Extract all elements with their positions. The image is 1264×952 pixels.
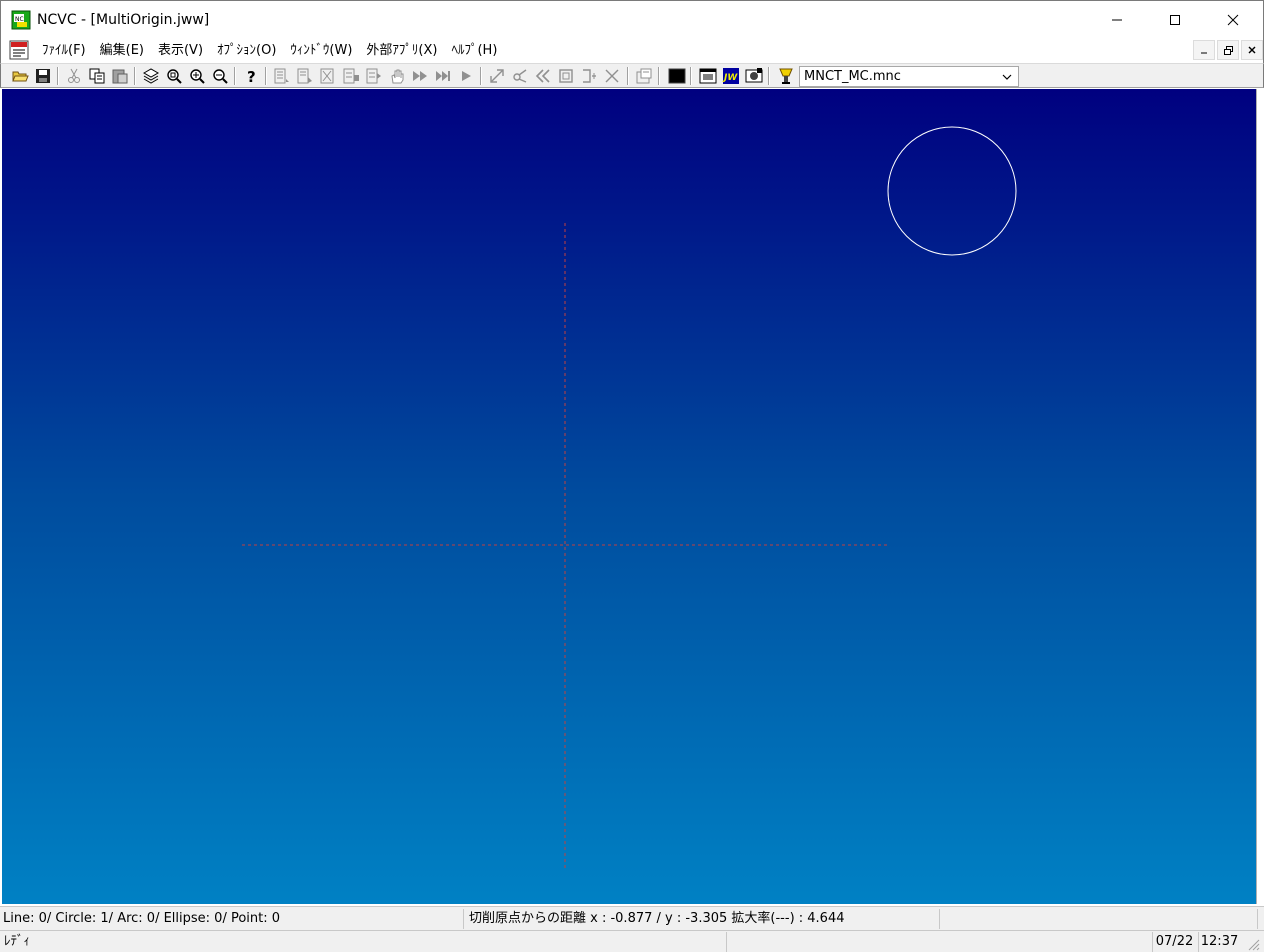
nc-delete-icon[interactable] xyxy=(319,67,337,85)
background-color-icon[interactable] xyxy=(668,67,686,85)
nc-output-icon[interactable] xyxy=(365,67,383,85)
close-button[interactable] xyxy=(1204,1,1262,39)
menu-edit[interactable]: 編集(E) xyxy=(93,38,151,63)
nc-edit-icon[interactable] xyxy=(296,67,314,85)
document-system-menu-icon[interactable] xyxy=(9,40,29,60)
help-icon[interactable]: ? xyxy=(242,67,260,85)
circle-entity[interactable] xyxy=(887,126,1017,256)
window-title: NCVC - [MultiOrigin.jww] xyxy=(37,12,210,28)
rewind-icon[interactable] xyxy=(534,67,552,85)
frame-icon[interactable] xyxy=(557,67,575,85)
machine-file-select[interactable]: MNCT_MC.mnc xyxy=(799,66,1019,87)
right-edge-frame xyxy=(1256,89,1264,904)
bracket-icon[interactable] xyxy=(580,67,598,85)
machine-lamp-icon[interactable] xyxy=(777,67,795,85)
mdi-minimize-button[interactable] xyxy=(1193,40,1215,60)
restore-icon xyxy=(1223,45,1233,55)
svg-text:?: ? xyxy=(247,68,256,85)
menu-external-apps[interactable]: 外部ｱﾌﾟﾘ(X) xyxy=(359,38,444,63)
zoom-fit-icon[interactable] xyxy=(165,67,183,85)
svg-text:NC: NC xyxy=(15,16,24,23)
toolbar-separator xyxy=(627,67,629,85)
title-bar: NC NCVC - [MultiOrigin.jww] xyxy=(0,0,1264,38)
machine-file-value: MNCT_MC.mnc xyxy=(804,69,901,84)
properties-icon[interactable] xyxy=(635,67,653,85)
save-icon[interactable] xyxy=(34,67,52,85)
menu-bar: ﾌｧｲﾙ(F) 編集(E) 表示(V) ｵﾌﾟｼｮﾝ(O) ｳｨﾝﾄﾞｳ(W) … xyxy=(0,38,1264,63)
play-icon[interactable] xyxy=(457,67,475,85)
fast-forward-icon[interactable] xyxy=(411,67,429,85)
toolbar-separator xyxy=(265,67,267,85)
status-pane-empty xyxy=(942,909,1258,929)
zoom-ratio: 拡大率(---) : 4.644 xyxy=(731,911,845,926)
cancel-x-icon[interactable] xyxy=(603,67,621,85)
ncvc-app-icon[interactable]: NC xyxy=(11,10,31,30)
zoom-out-icon[interactable] xyxy=(211,67,229,85)
entity-counts: Line: 0/ Circle: 1/ Arc: 0/ Ellipse: 0/ … xyxy=(0,909,464,929)
copy-icon[interactable] xyxy=(88,67,106,85)
expand-diagonal-icon[interactable] xyxy=(488,67,506,85)
maximize-button[interactable] xyxy=(1146,1,1204,39)
maximize-icon xyxy=(1170,15,1180,25)
window-view-icon[interactable] xyxy=(699,67,717,85)
cad-app-icon[interactable] xyxy=(745,67,763,85)
close-icon xyxy=(1227,14,1239,26)
menu-options[interactable]: ｵﾌﾟｼｮﾝ(O) xyxy=(210,38,283,63)
status-bar-info: Line: 0/ Circle: 1/ Arc: 0/ Ellipse: 0/ … xyxy=(0,906,1264,930)
toolbar-separator xyxy=(658,67,660,85)
nc-convert-icon[interactable] xyxy=(342,67,360,85)
menu-help[interactable]: ﾍﾙﾌﾟ(H) xyxy=(444,38,504,63)
toolbar-separator xyxy=(234,67,236,85)
nc-list-icon[interactable] xyxy=(273,67,291,85)
close-icon xyxy=(1248,46,1256,54)
toolbar-separator xyxy=(134,67,136,85)
trim-icon[interactable] xyxy=(511,67,529,85)
step-forward-icon[interactable] xyxy=(434,67,452,85)
minimize-icon xyxy=(1112,19,1122,21)
menu-file[interactable]: ﾌｧｲﾙ(F) xyxy=(35,38,93,63)
mdi-close-button[interactable] xyxy=(1241,40,1263,60)
toolbar-separator xyxy=(768,67,770,85)
paste-icon[interactable] xyxy=(111,67,129,85)
minimize-button[interactable] xyxy=(1088,1,1146,39)
origin-distance: 切削原点からの距離 x : -0.877 / y : -3.305 xyxy=(469,911,728,926)
drawing-svg xyxy=(242,126,1017,869)
ready-text: ﾚﾃﾞｨ xyxy=(4,934,30,949)
cut-icon[interactable] xyxy=(65,67,83,85)
mdi-restore-button[interactable] xyxy=(1217,40,1239,60)
toolbar-separator xyxy=(57,67,59,85)
zoom-in-icon[interactable] xyxy=(188,67,206,85)
toolbar-separator xyxy=(690,67,692,85)
status-date: 07/22 xyxy=(1152,932,1196,952)
jww-app-icon[interactable]: JW xyxy=(722,67,740,85)
hand-pan-icon[interactable] xyxy=(388,67,406,85)
open-folder-icon[interactable] xyxy=(11,67,29,85)
status-time: 12:37 xyxy=(1198,932,1240,952)
svg-text:JW: JW xyxy=(722,73,738,83)
cursor-distance-zoom: 切削原点からの距離 x : -0.877 / y : -3.305 拡大率(--… xyxy=(466,909,940,929)
menu-view[interactable]: 表示(V) xyxy=(151,38,210,63)
toolbar-separator xyxy=(480,67,482,85)
chevron-down-icon[interactable] xyxy=(999,67,1015,86)
toolbar: ? JW MNCT_MC.mnc xyxy=(0,63,1264,88)
minimize-icon xyxy=(1201,52,1207,54)
status-pane-blank xyxy=(726,932,1148,952)
drawing-canvas[interactable] xyxy=(2,89,1256,904)
status-bar: ﾚﾃﾞｨ 07/22 12:37 xyxy=(0,930,1264,952)
menu-window[interactable]: ｳｨﾝﾄﾞｳ(W) xyxy=(283,38,359,63)
resize-grip-icon[interactable] xyxy=(1246,937,1260,951)
layers-icon[interactable] xyxy=(142,67,160,85)
